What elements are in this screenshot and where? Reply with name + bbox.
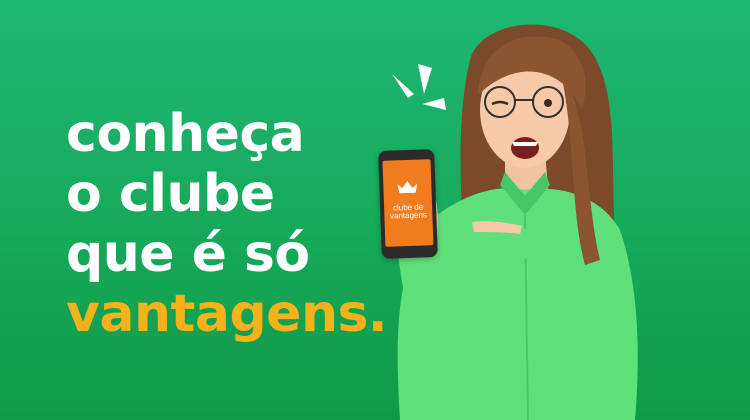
promo-banner: conheça o clube que é só vantagens. club… [0,0,750,420]
crown-icon [397,181,418,194]
phone: clube de vantagens [378,149,438,259]
woman-illustration [384,24,638,420]
phone-label-line-2: vantagens [389,210,428,221]
phone-screen-label: clube de vantagens [384,202,433,221]
phone-screen: clube de vantagens [382,159,434,247]
